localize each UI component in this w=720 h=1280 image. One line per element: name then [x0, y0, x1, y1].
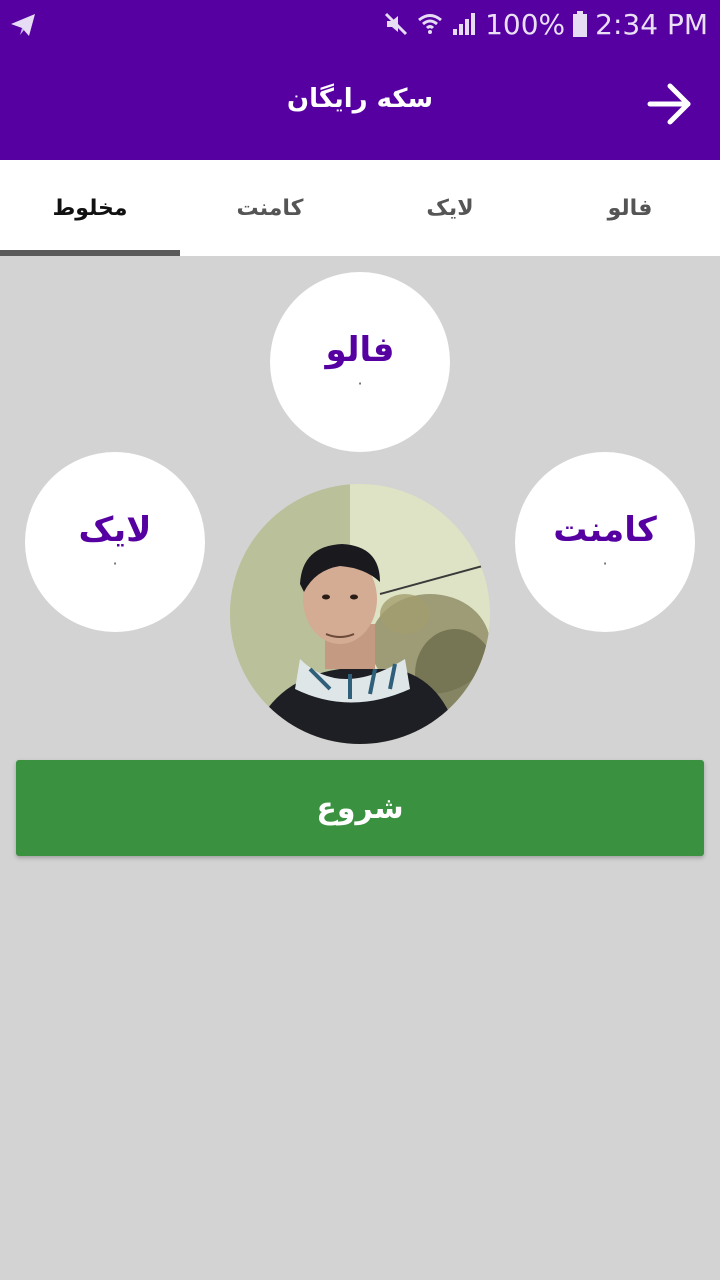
follow-label: فالو	[325, 329, 395, 370]
avatar	[230, 484, 490, 744]
start-button[interactable]: شروع	[16, 760, 704, 856]
like-counter: لایک ۰	[25, 452, 205, 632]
tab-bar: فالو لایک کامنت مخلوط	[0, 160, 720, 256]
tab-like[interactable]: لایک	[360, 160, 540, 256]
tab-follow[interactable]: فالو	[540, 160, 720, 256]
toolbar: سکه رایگان	[0, 48, 720, 160]
telegram-send-icon	[8, 10, 38, 40]
status-icons: 100% 2:34 PM	[383, 6, 708, 42]
tab-comment[interactable]: کامنت	[180, 160, 360, 256]
page-title: سکه رایگان	[286, 84, 434, 114]
back-button[interactable]	[646, 80, 694, 128]
wifi-icon	[417, 11, 443, 37]
battery-icon	[573, 11, 588, 37]
clock: 2:34 PM	[595, 7, 708, 41]
like-count: ۰	[110, 553, 120, 573]
status-bar: 100% 2:34 PM	[0, 0, 720, 48]
comment-label: کامنت	[553, 509, 657, 550]
signal-icon	[451, 11, 477, 37]
tab-indicator	[0, 250, 180, 256]
like-label: لایک	[78, 509, 152, 550]
follow-count: ۰	[355, 373, 365, 393]
comment-counter: کامنت ۰	[515, 452, 695, 632]
comment-count: ۰	[600, 553, 610, 573]
battery-text: 100%	[485, 7, 566, 41]
follow-counter: فالو ۰	[270, 272, 450, 452]
mute-icon	[383, 11, 409, 37]
tab-mixed[interactable]: مخلوط	[0, 160, 180, 256]
arrow-right-icon	[647, 83, 691, 125]
